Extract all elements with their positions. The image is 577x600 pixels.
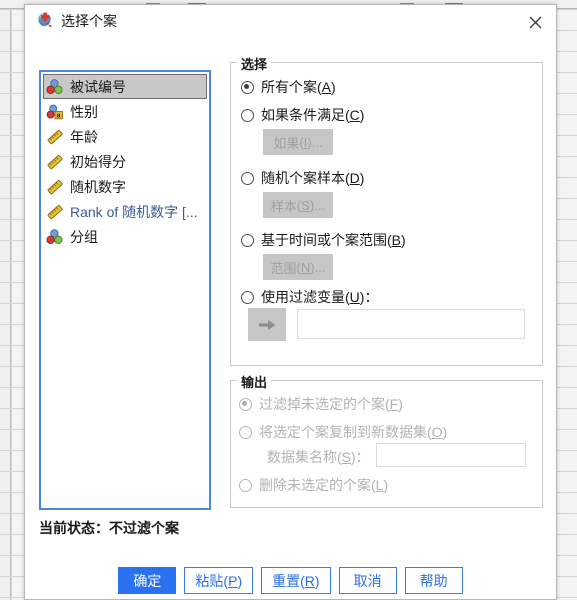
dialog-title: 选择个案 bbox=[61, 13, 117, 29]
list-item[interactable]: 随机数字 bbox=[43, 174, 207, 199]
button-label: 重置 bbox=[272, 572, 301, 589]
list-item[interactable]: Rank of 随机数字 [... bbox=[43, 199, 207, 224]
radio-copy-to-new-dataset-label: 将选定个案复制到新数据集(O) bbox=[259, 424, 448, 440]
list-item[interactable]: 初始得分 bbox=[43, 149, 207, 174]
radio-range[interactable]: 基于时间或个案范围(B) bbox=[241, 230, 406, 250]
radio-indicator bbox=[239, 397, 252, 411]
if-button[interactable]: 如果(I)... bbox=[263, 129, 333, 155]
radio-indicator bbox=[241, 80, 254, 94]
radio-indicator bbox=[241, 108, 254, 122]
list-item-label: 初始得分 bbox=[70, 153, 126, 170]
filter-variable-input[interactable] bbox=[297, 309, 525, 339]
list-item[interactable]: a 性别 bbox=[43, 99, 207, 124]
list-item[interactable]: 年龄 bbox=[43, 124, 207, 149]
sample-button[interactable]: 样本(S)... bbox=[263, 192, 333, 218]
radio-indicator bbox=[239, 478, 252, 492]
close-icon[interactable] bbox=[524, 11, 546, 33]
dataset-name-input[interactable] bbox=[376, 443, 526, 467]
radio-filter-out-unselected[interactable]: 过滤掉未选定的个案(F) bbox=[239, 394, 403, 414]
select-cases-dialog: 选择个案 被试编号 a 性别年龄初始得分随机数字 Rank of 随机数字 [... 分… bbox=[24, 4, 557, 600]
scale-icon bbox=[46, 178, 64, 196]
reset-button[interactable]: 重置 (R) bbox=[261, 567, 331, 594]
radio-delete-unselected-label: 删除未选定的个案(L) bbox=[259, 477, 389, 493]
range-button[interactable]: 范围(N)... bbox=[263, 254, 333, 280]
scale-icon bbox=[46, 203, 64, 221]
output-group-title: 输出 bbox=[237, 372, 272, 391]
radio-indicator bbox=[241, 171, 254, 185]
radio-random-sample[interactable]: 随机个案样本(D) bbox=[241, 168, 364, 188]
list-item-label: 分组 bbox=[70, 228, 98, 245]
radio-indicator bbox=[241, 233, 254, 247]
radio-random-sample-label: 随机个案样本(D) bbox=[261, 170, 365, 186]
radio-filter-out-unselected-label: 过滤掉未选定的个案(F) bbox=[259, 396, 403, 412]
cancel-button[interactable]: 取消 bbox=[338, 567, 397, 594]
radio-copy-to-new-dataset[interactable]: 将选定个案复制到新数据集(O) bbox=[239, 422, 447, 442]
right-arrow-icon[interactable] bbox=[248, 308, 286, 341]
radio-delete-unselected[interactable]: 删除未选定的个案(L) bbox=[239, 475, 388, 495]
list-item-label: 性别 bbox=[70, 103, 98, 120]
button-label: 粘贴 bbox=[195, 572, 224, 589]
radio-indicator bbox=[241, 290, 254, 304]
radio-indicator bbox=[239, 425, 252, 439]
current-status-text: 当前状态：不过滤个案 bbox=[39, 520, 179, 536]
nominal-icon bbox=[46, 228, 64, 246]
select-cases-icon bbox=[37, 12, 55, 30]
nominal-string-icon: a bbox=[46, 103, 64, 121]
source-variable-list[interactable]: 被试编号 a 性别年龄初始得分随机数字 Rank of 随机数字 [... 分组 bbox=[39, 70, 211, 510]
button-label: 确定 bbox=[133, 572, 162, 589]
radio-if-condition-label: 如果条件满足(C) bbox=[261, 107, 365, 123]
ok-button[interactable]: 确定 bbox=[118, 567, 177, 594]
list-item-label: 随机数字 bbox=[70, 178, 126, 195]
dataset-name-label: 数据集名称(S)： bbox=[267, 449, 370, 465]
list-item-label: Rank of 随机数字 [... bbox=[70, 203, 198, 220]
radio-use-filter-variable-label: 使用过滤变量(U)： bbox=[261, 289, 379, 305]
button-mnemonic: (R) bbox=[300, 572, 320, 589]
select-group-box: 选择 所有个案(A) 如果条件满足(C) 如果(I)... 随机个案样本(D) … bbox=[230, 54, 543, 366]
dialog-button-bar: 确定 粘贴 (P) 重置 (R) 取消 帮助 bbox=[25, 567, 556, 594]
button-label: 取消 bbox=[353, 572, 382, 589]
list-item[interactable]: 被试编号 bbox=[43, 74, 207, 99]
list-item-label: 年龄 bbox=[70, 128, 98, 145]
scale-icon bbox=[46, 128, 64, 146]
list-item-label: 被试编号 bbox=[70, 78, 126, 95]
dialog-titlebar: 选择个案 bbox=[25, 5, 556, 37]
radio-range-label: 基于时间或个案范围(B) bbox=[261, 232, 406, 248]
list-item[interactable]: 分组 bbox=[43, 224, 207, 249]
nominal-icon bbox=[46, 78, 64, 96]
scale-icon bbox=[46, 153, 64, 171]
radio-all-cases[interactable]: 所有个案(A) bbox=[241, 77, 336, 97]
button-mnemonic: (P) bbox=[223, 572, 243, 589]
radio-use-filter-variable[interactable]: 使用过滤变量(U)： bbox=[241, 287, 378, 307]
radio-if-condition[interactable]: 如果条件满足(C) bbox=[241, 105, 364, 125]
output-group-box: 输出 过滤掉未选定的个案(F) 将选定个案复制到新数据集(O) 数据集名称(S)… bbox=[230, 372, 543, 508]
select-group-title: 选择 bbox=[237, 54, 272, 73]
button-label: 帮助 bbox=[419, 572, 448, 589]
radio-all-cases-label: 所有个案(A) bbox=[261, 79, 336, 95]
paste-button[interactable]: 粘贴 (P) bbox=[184, 567, 254, 594]
help-button[interactable]: 帮助 bbox=[404, 567, 463, 594]
svg-text:a: a bbox=[57, 112, 61, 119]
